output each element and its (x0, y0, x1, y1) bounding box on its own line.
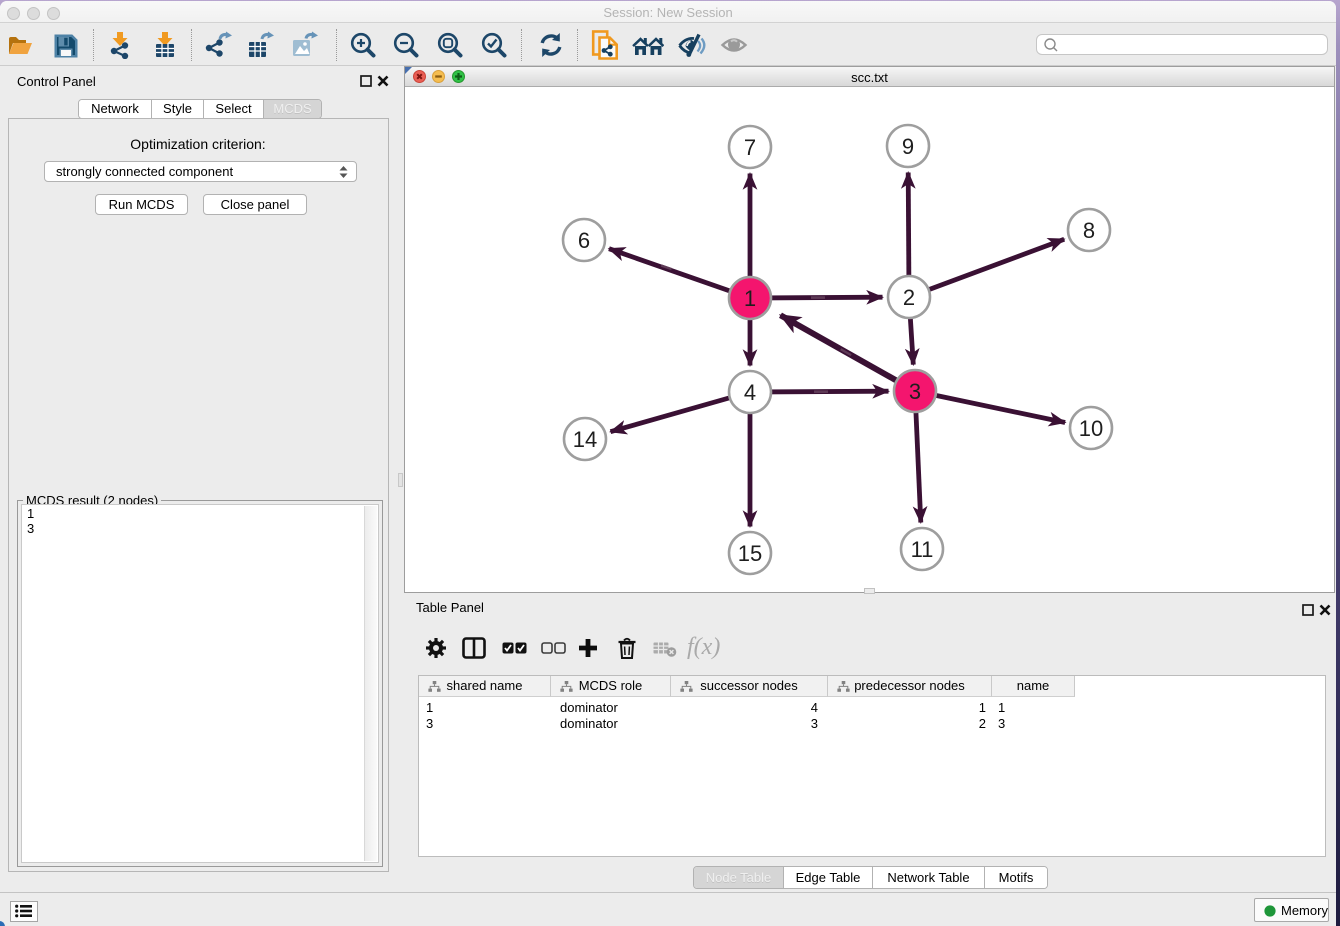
svg-text:10: 10 (1079, 416, 1103, 441)
svg-text:11: 11 (911, 537, 934, 562)
svg-text:9: 9 (902, 134, 914, 159)
svg-text:2: 2 (903, 285, 915, 310)
svg-text:4: 4 (744, 380, 756, 405)
svg-text:1: 1 (744, 286, 756, 311)
svg-text:6: 6 (578, 228, 590, 253)
svg-text:15: 15 (738, 541, 762, 566)
svg-text:7: 7 (744, 135, 756, 160)
svg-text:8: 8 (1083, 218, 1095, 243)
svg-text:14: 14 (573, 427, 597, 452)
svg-text:3: 3 (909, 379, 921, 404)
